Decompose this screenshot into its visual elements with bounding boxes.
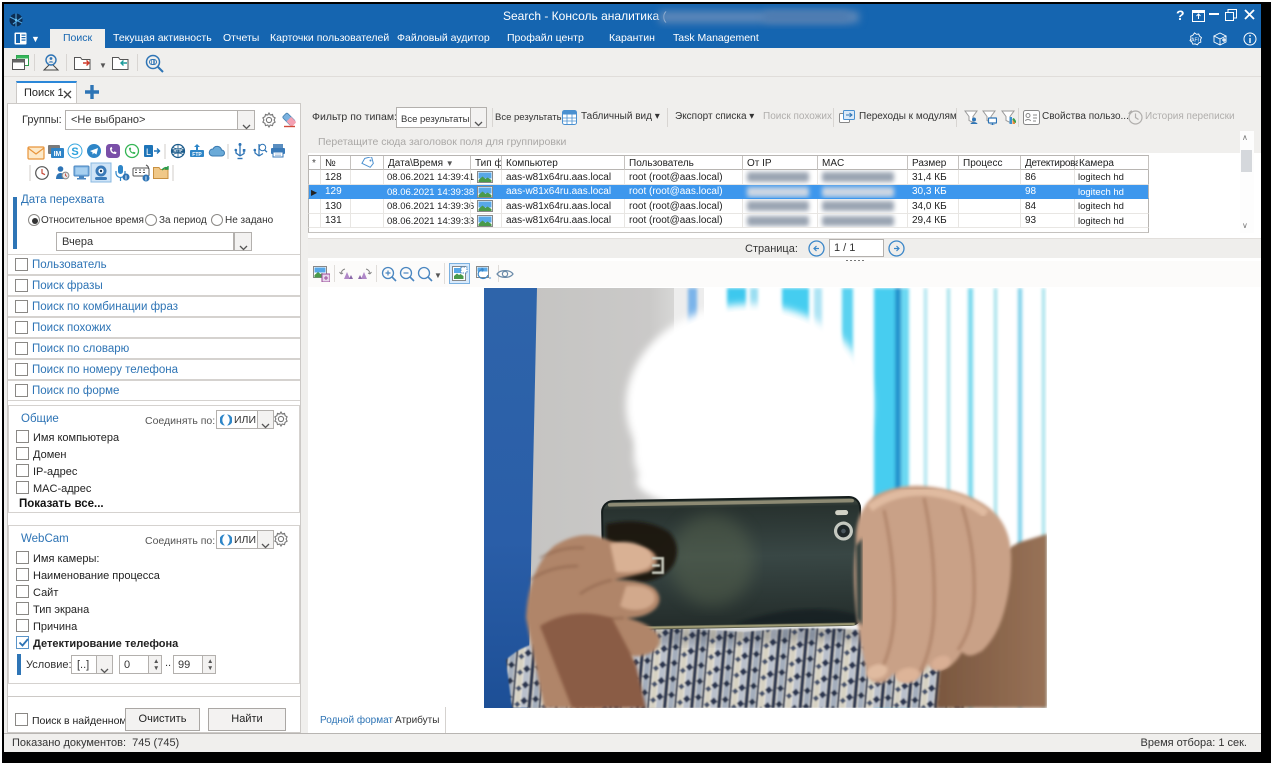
svg-text:AFI: AFI [1191,38,1199,44]
svg-text:FTP: FTP [192,152,202,158]
svg-text:S: S [71,146,78,158]
svg-text:L: L [146,147,151,157]
svg-text:IM: IM [54,151,62,158]
svg-text:HTTP: HTTP [174,149,184,153]
